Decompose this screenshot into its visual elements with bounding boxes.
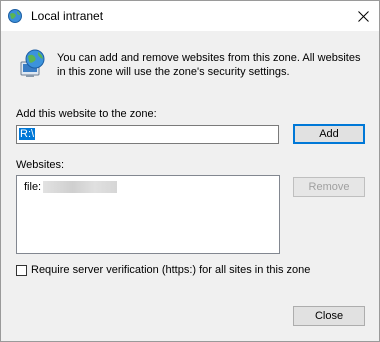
- redacted-block: [43, 181, 118, 193]
- add-website-label: Add this website to the zone:: [16, 108, 157, 120]
- require-https-checkbox[interactable]: [16, 264, 27, 276]
- close-icon: [357, 10, 369, 22]
- close-button[interactable]: Close: [293, 306, 365, 326]
- require-https-label: Require server verification (https:) for…: [31, 264, 311, 276]
- dialog-window: Local intranet You can add and remove we…: [0, 0, 380, 342]
- list-item-text: file:: [24, 181, 42, 193]
- require-https-option[interactable]: Require server verification (https:) for…: [16, 264, 310, 276]
- close-window-button[interactable]: [347, 1, 379, 31]
- list-item[interactable]: file:: [24, 180, 118, 194]
- globe-computer-icon: [20, 49, 45, 77]
- add-button[interactable]: Add: [293, 124, 365, 144]
- website-input-value: R:\: [19, 128, 36, 140]
- remove-button[interactable]: Remove: [293, 177, 365, 197]
- globe-icon: [8, 9, 22, 23]
- website-input[interactable]: R:\: [16, 125, 279, 144]
- zone-description: You can add and remove websites from thi…: [57, 52, 361, 78]
- websites-label: Websites:: [16, 159, 65, 171]
- window-title: Local intranet: [31, 9, 104, 23]
- title-bar: Local intranet: [1, 1, 379, 31]
- websites-list[interactable]: file:: [16, 175, 280, 254]
